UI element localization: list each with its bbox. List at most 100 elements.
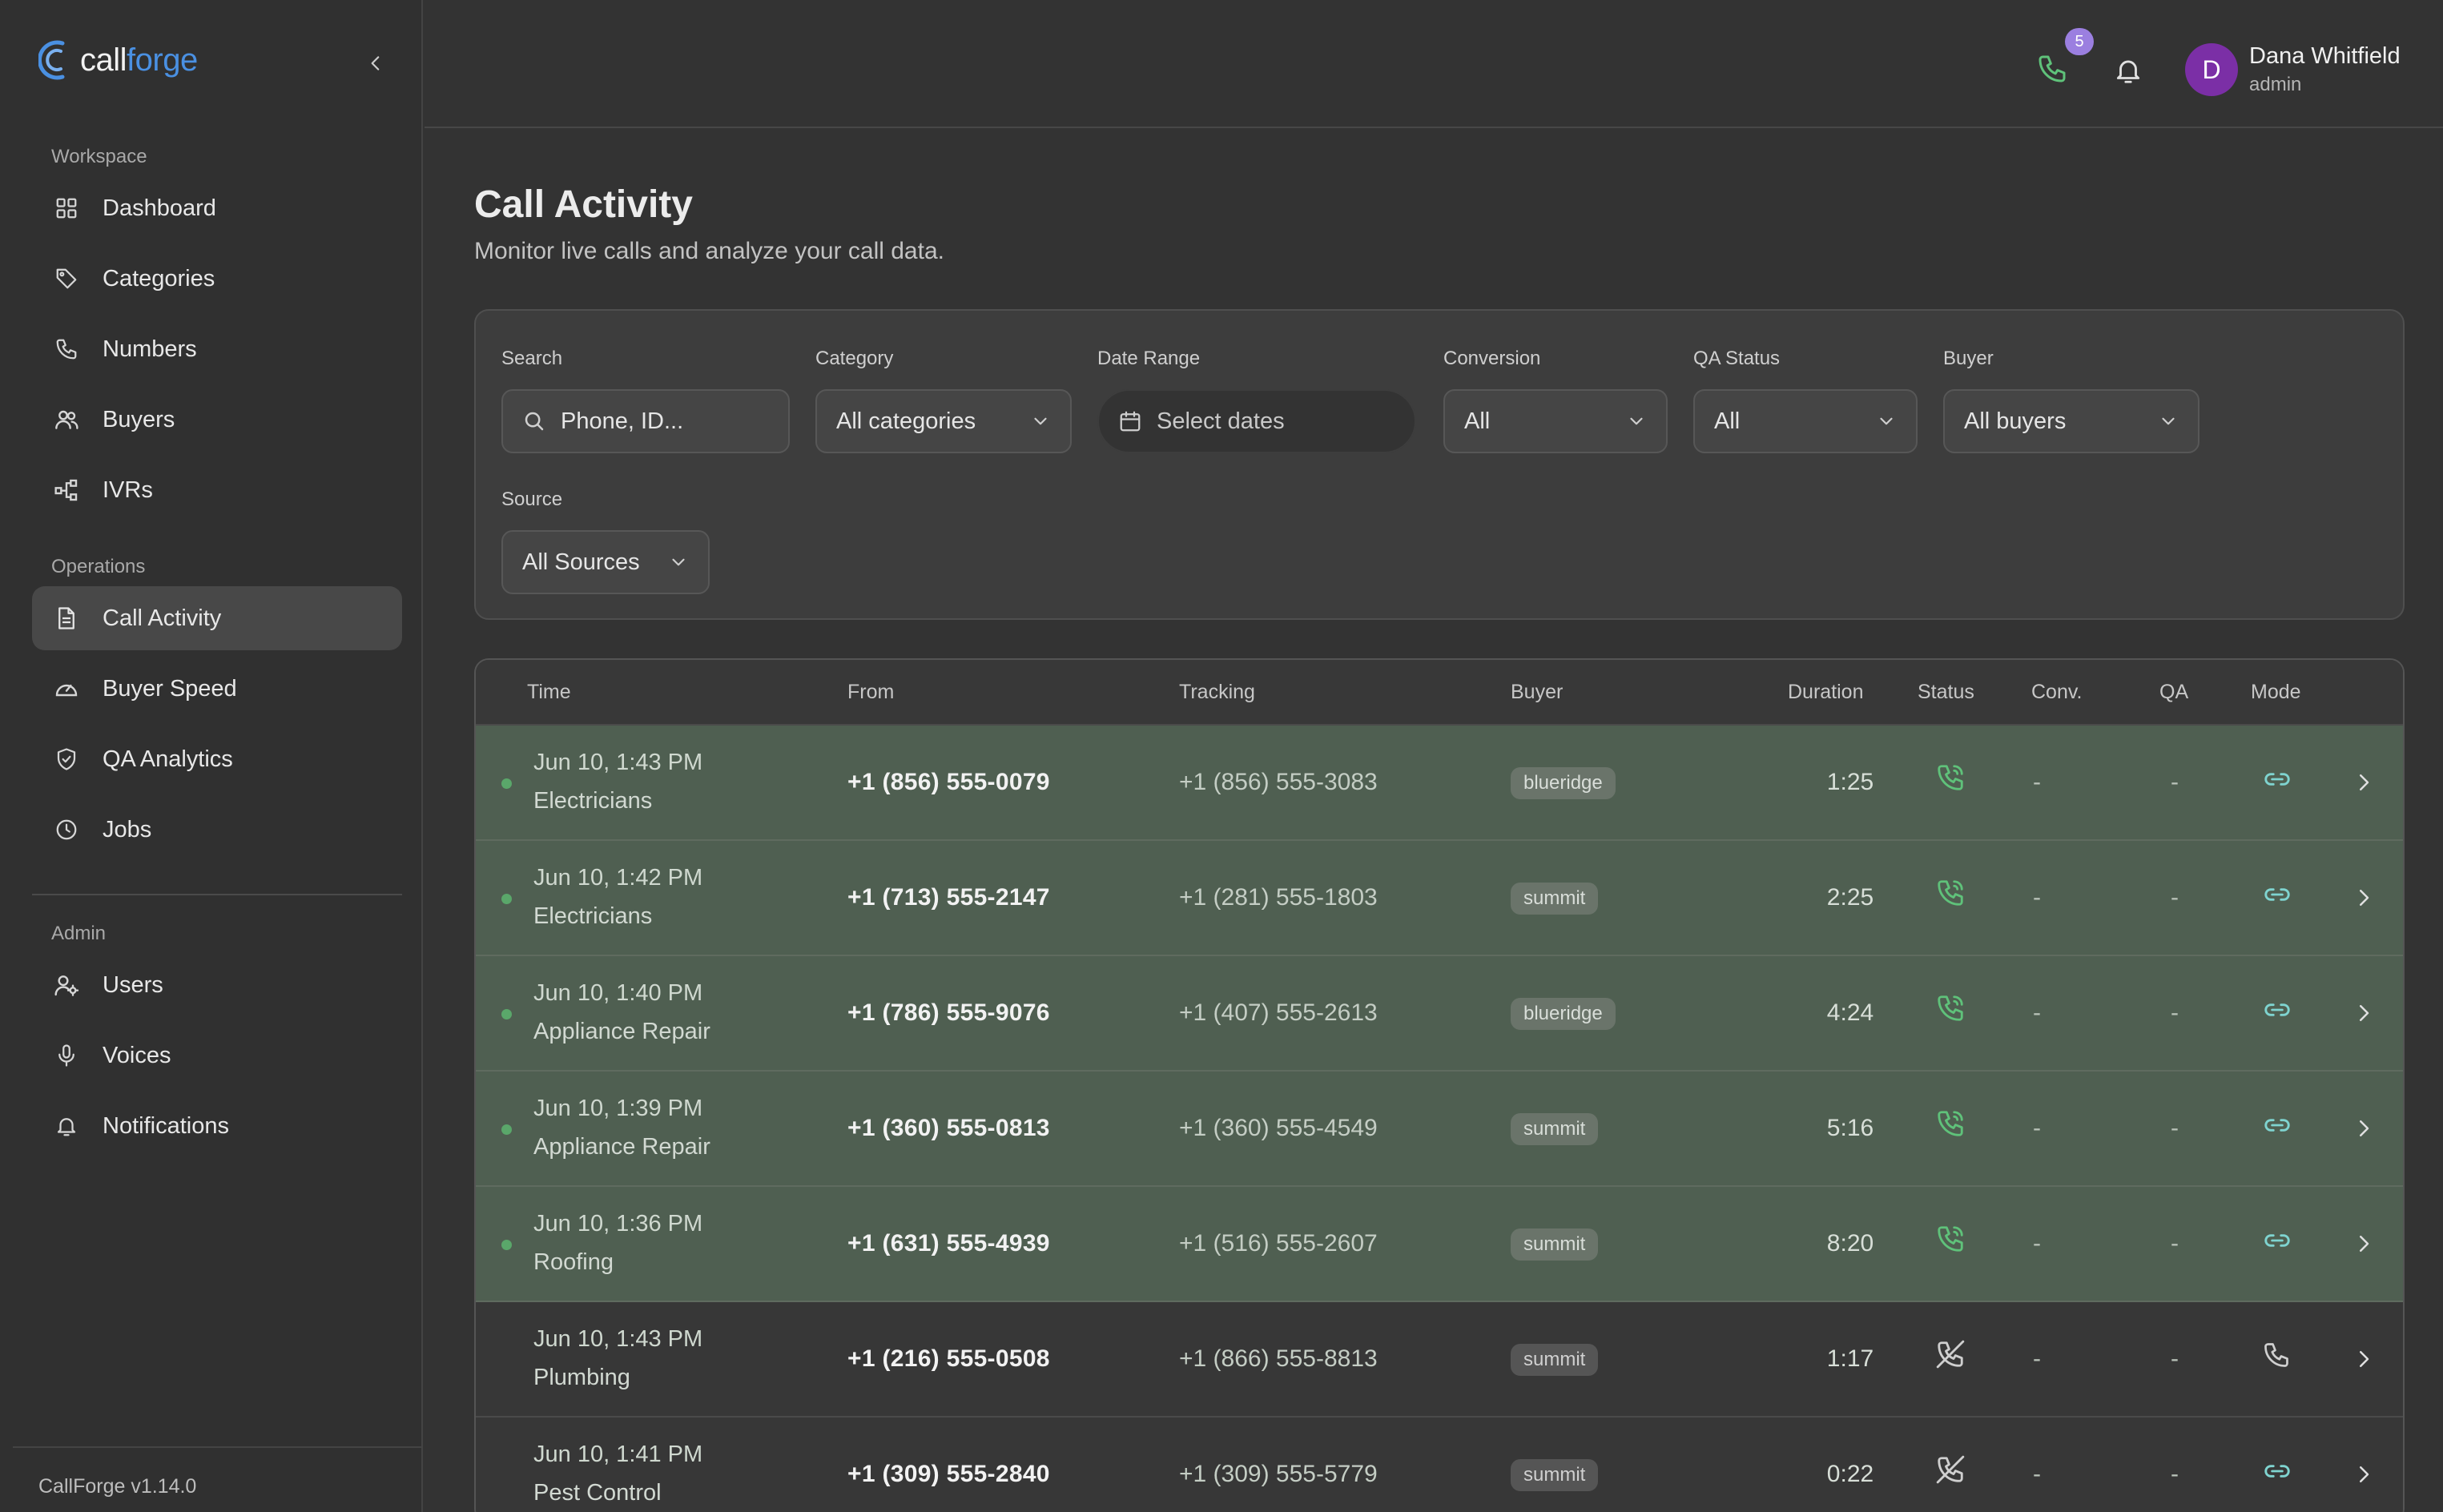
table-header: Time From Tracking Buyer Duration Status…	[476, 660, 2403, 726]
tracking-number: +1 (856) 555-3083	[1179, 769, 1378, 795]
sidebar-footer-divider	[13, 1446, 423, 1448]
buyer-badge: summit	[1511, 1113, 1599, 1145]
gauge-icon	[53, 675, 80, 702]
table-row[interactable]: Jun 10, 1:36 PM Roofing +1 (631) 555-4939 +…	[476, 1187, 2403, 1302]
bell-icon	[2116, 60, 2140, 83]
logo-icon	[38, 40, 65, 80]
qa-value: -	[2171, 1461, 2179, 1487]
sidebar-item-buyer-speed[interactable]: Buyer Speed	[32, 657, 402, 721]
column-header-qa[interactable]: QA	[2159, 681, 2188, 704]
notifications-button[interactable]	[2113, 54, 2143, 86]
conversion-value: All	[1464, 408, 1491, 434]
source-select[interactable]: All Sources	[501, 530, 710, 594]
column-header-mode[interactable]: Mode	[2251, 681, 2301, 704]
column-header-from[interactable]: From	[847, 681, 894, 704]
sidebar-item-ivrs[interactable]: IVRs	[32, 458, 402, 522]
tracking-number: +1 (309) 555-5779	[1179, 1461, 1378, 1487]
sidebar-item-users[interactable]: Users	[32, 953, 402, 1017]
sidebar-item-notifications[interactable]: Notifications	[32, 1094, 402, 1158]
call-time: Jun 10, 1:40 PM	[533, 980, 703, 1006]
search-input[interactable]: Phone, ID...	[501, 389, 790, 453]
chevron-right-icon[interactable]	[2352, 1462, 2376, 1486]
sidebar-item-qa-analytics[interactable]: QA Analytics	[32, 727, 402, 791]
link-icon	[2262, 764, 2292, 794]
table-row[interactable]: Jun 10, 1:43 PM Electricians +1 (856) 555-…	[476, 726, 2403, 841]
sidebar-item-categories[interactable]: Categories	[32, 247, 402, 311]
chevron-down-icon	[1630, 417, 1643, 425]
conversion-value: -	[2033, 1115, 2041, 1141]
table-row[interactable]: Jun 10, 1:39 PM Appliance Repair +1 (360) …	[476, 1072, 2403, 1187]
call-time: Jun 10, 1:43 PM	[533, 1326, 703, 1352]
chevron-down-icon	[1034, 417, 1047, 425]
table-row[interactable]: Jun 10, 1:43 PM Plumbing +1 (216) 555-0508…	[476, 1302, 2403, 1418]
phone-icon	[2262, 1341, 2292, 1371]
sidebar-item-call-activity[interactable]: Call Activity	[32, 586, 402, 650]
app-version: CallForge v1.14.0	[38, 1475, 197, 1498]
collapse-sidebar-button[interactable]	[362, 50, 389, 77]
document-icon	[53, 605, 80, 632]
avatar[interactable]: D	[2185, 43, 2238, 96]
tracking-number: +1 (516) 555-2607	[1179, 1230, 1378, 1257]
column-header-buyer[interactable]: Buyer	[1511, 681, 1563, 704]
call-activity-table: Time From Tracking Buyer Duration Status…	[474, 658, 2405, 1512]
app-logo[interactable]: callforge	[38, 37, 198, 83]
conversion-value: -	[2033, 1461, 2041, 1487]
section-label-operations: Operations	[51, 556, 146, 577]
table-row[interactable]: Jun 10, 1:42 PM Electricians +1 (713) 555-…	[476, 841, 2403, 956]
chevron-right-icon[interactable]	[2352, 1116, 2376, 1140]
conversion-value: -	[2033, 769, 2041, 795]
column-header-duration[interactable]: Duration	[1788, 681, 1864, 704]
call-category: Electricians	[533, 903, 653, 929]
sidebar-item-label: Buyers	[103, 406, 175, 432]
chevron-right-icon[interactable]	[2352, 1001, 2376, 1025]
date-range-picker[interactable]: Select dates	[1097, 389, 1416, 453]
active-calls-badge: 5	[2065, 28, 2094, 55]
search-placeholder: Phone, ID...	[561, 408, 684, 434]
qa-status-select[interactable]: All	[1693, 389, 1918, 453]
chevron-right-icon[interactable]	[2352, 1347, 2376, 1371]
qa-value: -	[2171, 769, 2179, 795]
phone-active-icon	[1935, 1108, 1966, 1139]
sidebar-item-buyers[interactable]: Buyers	[32, 388, 402, 452]
flow-icon	[53, 477, 80, 504]
conversion-value: -	[2033, 1230, 2041, 1257]
sidebar-item-dashboard[interactable]: Dashboard	[32, 176, 402, 240]
chevron-right-icon[interactable]	[2352, 770, 2376, 794]
active-calls-button[interactable]	[2036, 53, 2068, 85]
buyer-select[interactable]: All buyers	[1943, 389, 2200, 453]
app-name: callforge	[80, 42, 198, 78]
table-row[interactable]: Jun 10, 1:41 PM Pest Control +1 (309) 555-…	[476, 1418, 2403, 1512]
sidebar-item-numbers[interactable]: Numbers	[32, 317, 402, 381]
category-select[interactable]: All categories	[815, 389, 1072, 453]
column-header-status[interactable]: Status	[1918, 681, 1974, 704]
chevron-left-icon	[371, 56, 380, 70]
sidebar-item-label: Buyer Speed	[103, 675, 237, 702]
caller-number: +1 (216) 555-0508	[847, 1345, 1050, 1372]
table-row[interactable]: Jun 10, 1:40 PM Appliance Repair +1 (786) …	[476, 956, 2403, 1072]
sidebar-item-label: Users	[103, 971, 163, 998]
column-header-tracking[interactable]: Tracking	[1179, 681, 1255, 704]
phone-active-icon	[1935, 878, 1966, 908]
caller-number: +1 (786) 555-9076	[847, 999, 1050, 1026]
user-name[interactable]: Dana Whitfield	[2249, 43, 2401, 70]
sidebar-item-label: Voices	[103, 1042, 171, 1068]
column-header-conversion[interactable]: Conv.	[2031, 681, 2082, 704]
qa-value: -	[2171, 1345, 2179, 1372]
chevron-right-icon[interactable]	[2352, 886, 2376, 910]
link-icon	[2262, 1110, 2292, 1140]
sidebar-item-jobs[interactable]: Jobs	[32, 798, 402, 862]
sidebar-item-voices[interactable]: Voices	[32, 1023, 402, 1088]
conversion-select[interactable]: All	[1443, 389, 1668, 453]
tag-icon	[53, 265, 80, 292]
phone-active-icon	[1935, 762, 1966, 793]
phone-icon	[2039, 55, 2066, 82]
call-duration: 8:20	[1826, 1230, 1874, 1257]
chevron-down-icon	[1880, 417, 1893, 425]
buyer-badge: summit	[1511, 1459, 1599, 1491]
live-indicator-dot	[501, 894, 512, 904]
sidebar-item-label: Numbers	[103, 336, 197, 362]
column-header-time[interactable]: Time	[527, 681, 571, 704]
chevron-right-icon[interactable]	[2352, 1232, 2376, 1256]
conversion-value: -	[2033, 999, 2041, 1026]
qa-value: -	[2171, 999, 2179, 1026]
